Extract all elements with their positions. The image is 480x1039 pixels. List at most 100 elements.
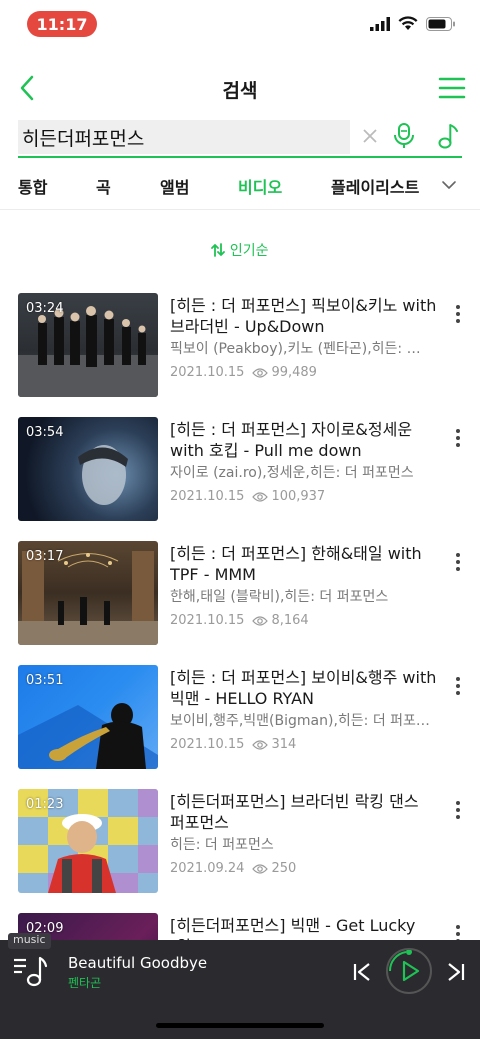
- more-vertical-icon: [456, 553, 460, 571]
- more-options-button[interactable]: [450, 675, 466, 697]
- more-options-button[interactable]: [450, 303, 466, 325]
- video-views: 250: [252, 861, 296, 876]
- more-vertical-icon: [456, 305, 460, 323]
- eye-icon: [252, 367, 269, 378]
- video-info: [히든 : 더 퍼포먼스] 보이비&행주 with 빅맨 - HELLO RYA…: [170, 667, 438, 752]
- eye-icon: [252, 491, 269, 502]
- sort-arrows-icon: [211, 243, 226, 257]
- status-time: 11:17: [27, 11, 97, 37]
- more-vertical-icon: [456, 429, 460, 447]
- video-duration: 03:24: [26, 301, 64, 316]
- system-icons: [370, 16, 456, 31]
- view-count: 8,164: [271, 613, 309, 628]
- playlist-button[interactable]: [12, 954, 48, 990]
- eye-icon: [252, 739, 269, 750]
- tab-albums[interactable]: 앨범: [160, 174, 189, 198]
- app-screen: 11:17 검색 히든더퍼포먼스 통합 곡 앨범 비디오 플레이리스트 인기순 …: [0, 0, 480, 1039]
- video-thumbnail[interactable]: 03:51: [18, 665, 158, 769]
- video-duration: 01:23: [26, 797, 64, 812]
- list-item[interactable]: 01:23 [히든더퍼포먼스] 브라더빈 락킹 댄스 퍼포먼스 히든: 더 퍼포…: [0, 789, 480, 897]
- video-duration: 03:17: [26, 549, 64, 564]
- now-playing-title[interactable]: Beautiful Goodbye: [68, 954, 207, 972]
- next-button[interactable]: [444, 960, 468, 984]
- more-vertical-icon: [456, 801, 460, 819]
- header: 검색: [0, 64, 480, 112]
- video-title[interactable]: [히든 : 더 퍼포먼스] 픽보이&키노 with 브라더빈 - Up&Down: [170, 295, 438, 337]
- sort-label: 인기순: [229, 243, 269, 259]
- video-artist: 히든: 더 퍼포먼스: [170, 837, 274, 853]
- list-item[interactable]: 03:17 [히든 : 더 퍼포먼스] 한해&태일 with TPF - MMM…: [0, 541, 480, 649]
- video-info: [히든 : 더 퍼포먼스] 자이로&정세운 with 호킵 - Pull me …: [170, 419, 438, 504]
- voice-search-button[interactable]: [392, 122, 416, 150]
- video-views: 100,937: [252, 489, 325, 504]
- page-title: 검색: [222, 80, 258, 102]
- video-duration: 03:54: [26, 425, 64, 440]
- video-date: 2021.10.15: [170, 365, 245, 380]
- battery-icon: [426, 16, 455, 31]
- video-title[interactable]: [히든더퍼포먼스] 브라더빈 락킹 댄스 퍼포먼스: [170, 791, 438, 833]
- video-title[interactable]: [히든 : 더 퍼포먼스] 보이비&행주 with 빅맨 - HELLO RYA…: [170, 667, 438, 709]
- more-options-button[interactable]: [450, 799, 466, 821]
- more-vertical-icon: [456, 677, 460, 695]
- eye-icon: [252, 615, 269, 626]
- mini-player[interactable]: Beautiful Goodbye 펜타곤: [0, 940, 480, 1039]
- view-count: 250: [271, 861, 297, 876]
- play-button[interactable]: [386, 948, 432, 994]
- video-duration: 03:51: [26, 673, 64, 688]
- playlist-icon: [14, 956, 48, 987]
- video-info: [히든 : 더 퍼포먼스] 픽보이&키노 with 브라더빈 - Up&Down…: [170, 295, 438, 380]
- list-item[interactable]: 03:24 [히든 : 더 퍼포먼스] 픽보이&키노 with 브라더빈 - U…: [0, 293, 480, 401]
- tab-videos[interactable]: 비디오: [238, 174, 282, 198]
- view-count: 99,489: [271, 365, 317, 380]
- tab-songs[interactable]: 곡: [96, 174, 111, 198]
- video-artist: 자이로 (zai.ro),정세운,히든: 더 퍼포먼스: [170, 465, 414, 481]
- video-info: [히든 : 더 퍼포먼스] 한해&태일 with TPF - MMM 한해,태일…: [170, 543, 438, 628]
- home-indicator[interactable]: [156, 1023, 324, 1028]
- eye-icon: [252, 863, 269, 874]
- previous-button[interactable]: [350, 960, 374, 984]
- list-item[interactable]: 03:51 [히든 : 더 퍼포먼스] 보이비&행주 with 빅맨 - HEL…: [0, 665, 480, 773]
- wifi-icon: [398, 16, 418, 30]
- video-thumbnail[interactable]: 03:54: [18, 417, 158, 521]
- music-note-icon: [438, 124, 458, 149]
- now-playing-artist: 펜타곤: [68, 976, 102, 990]
- chevron-down-icon: [442, 181, 456, 189]
- search-bar: [18, 118, 462, 158]
- video-views: 8,164: [252, 613, 309, 628]
- more-options-button[interactable]: [450, 551, 466, 573]
- video-meta: 2021.10.15 99,489: [170, 365, 438, 380]
- video-thumbnail[interactable]: 01:23: [18, 789, 158, 893]
- clear-search-button[interactable]: [360, 126, 380, 146]
- view-count: 100,937: [271, 489, 326, 504]
- category-tabs: 통합 곡 앨범 비디오 플레이리스트: [0, 170, 480, 210]
- view-count: 314: [271, 737, 297, 752]
- video-views: 99,489: [252, 365, 317, 380]
- video-title[interactable]: [히든 : 더 퍼포먼스] 한해&태일 with TPF - MMM: [170, 543, 438, 585]
- video-meta: 2021.10.15 100,937: [170, 489, 438, 504]
- video-thumbnail[interactable]: 03:17: [18, 541, 158, 645]
- more-options-button[interactable]: [450, 427, 466, 449]
- video-artist: 보이비,행주,빅맨(Bigman),히든: 더 퍼포먼스: [170, 713, 432, 729]
- video-artist: 픽보이 (Peakboy),키노 (펜타곤),히든: 더 퍼포먼스: [170, 341, 432, 357]
- video-date: 2021.10.15: [170, 737, 245, 752]
- signal-icon: [370, 16, 390, 31]
- close-icon: [363, 129, 377, 143]
- menu-button[interactable]: [438, 74, 466, 102]
- skip-next-icon: [448, 963, 465, 981]
- music-search-button[interactable]: [436, 122, 460, 150]
- video-meta: 2021.09.24 250: [170, 861, 438, 876]
- tab-all[interactable]: 통합: [18, 174, 47, 198]
- video-thumbnail[interactable]: 03:24: [18, 293, 158, 397]
- list-item[interactable]: 03:54 [히든 : 더 퍼포먼스] 자이로&정세운 with 호킵 - Pu…: [0, 417, 480, 525]
- hamburger-icon: [438, 77, 466, 99]
- video-info: [히든더퍼포먼스] 브라더빈 락킹 댄스 퍼포먼스 히든: 더 퍼포먼스 202…: [170, 791, 438, 876]
- skip-previous-icon: [353, 963, 370, 981]
- sort-button[interactable]: 인기순: [0, 240, 480, 260]
- video-meta: 2021.10.15 8,164: [170, 613, 438, 628]
- music-tag: music: [8, 933, 51, 949]
- video-title[interactable]: [히든 : 더 퍼포먼스] 자이로&정세운 with 호킵 - Pull me …: [170, 419, 438, 461]
- tabs-expand-button[interactable]: [440, 176, 458, 194]
- search-input[interactable]: [18, 120, 350, 154]
- tab-playlists[interactable]: 플레이리스트: [331, 174, 419, 198]
- video-date: 2021.10.15: [170, 489, 245, 504]
